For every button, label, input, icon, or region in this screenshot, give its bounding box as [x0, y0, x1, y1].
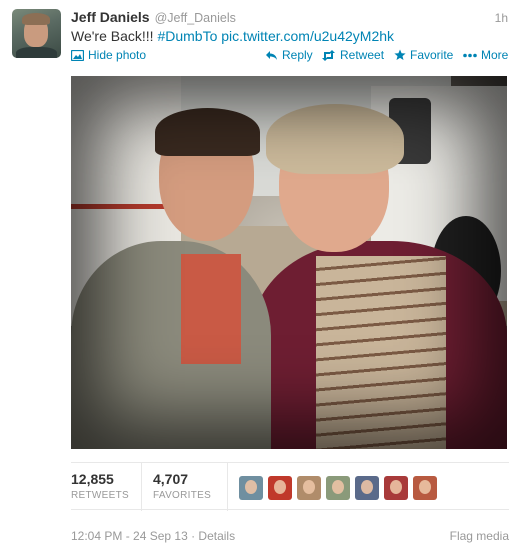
favoriter-avatar[interactable]: [297, 476, 321, 500]
avatar[interactable]: [12, 9, 61, 58]
retweets-stat[interactable]: 12,855 RETWEETS: [71, 471, 129, 501]
favoriter-avatar-face: [419, 480, 431, 494]
tweet-text: We're Back!!! #DumbTo pic.twitter.com/u2…: [71, 28, 394, 44]
stats-divider: [227, 463, 228, 511]
photo-vignette: [71, 76, 507, 449]
tweet-text-plain: We're Back!!!: [71, 28, 154, 44]
image-icon: [71, 49, 84, 61]
favoriter-avatar-face: [274, 480, 286, 494]
retweets-label: RETWEETS: [71, 490, 129, 501]
tweet-timestamp[interactable]: 1h: [495, 11, 508, 25]
photo-content: [71, 76, 507, 449]
favoriter-avatar[interactable]: [268, 476, 292, 500]
hide-photo-label: Hide photo: [88, 48, 147, 62]
favorites-count: 4,707: [153, 471, 189, 487]
reply-label: Reply: [282, 48, 313, 62]
more-label: More: [481, 48, 509, 62]
retweets-count: 12,855: [71, 471, 114, 487]
ellipsis-icon: [463, 53, 477, 57]
hide-photo-button[interactable]: Hide photo: [71, 48, 146, 62]
favoriter-avatar[interactable]: [413, 476, 437, 500]
tweet-stats: 12,855 RETWEETS 4,707 FAVORITES: [71, 462, 509, 511]
footer-meta: 12:04 PM - 24 Sep 13 · Details: [71, 529, 235, 543]
pic-link[interactable]: pic.twitter.com/u2u42yM2hk: [221, 28, 394, 44]
favorites-stat[interactable]: 4,707 FAVORITES: [153, 471, 211, 501]
favoriter-avatar-face: [332, 480, 344, 494]
favoriter-avatar-face: [303, 480, 315, 494]
favoriter-avatar-face: [361, 480, 373, 494]
favorite-label: Favorite: [410, 48, 454, 62]
author-fullname[interactable]: Jeff Daniels: [71, 9, 150, 25]
avatar-hair: [22, 13, 50, 25]
retweet-label: Retweet: [340, 48, 385, 62]
retweet-icon: [322, 49, 335, 61]
retweet-button[interactable]: Retweet: [321, 48, 384, 62]
flag-media-link[interactable]: Flag media: [450, 529, 509, 543]
stats-divider: [141, 463, 142, 511]
favoriter-avatar[interactable]: [384, 476, 408, 500]
tweet-actions: Hide photo Reply Retweet Favorite More: [71, 48, 509, 66]
author-username[interactable]: @Jeff_Daniels: [155, 11, 236, 25]
favorite-button[interactable]: Favorite: [394, 48, 453, 62]
favoriter-avatar[interactable]: [239, 476, 263, 500]
favoriter-avatar[interactable]: [326, 476, 350, 500]
tweet-photo[interactable]: [71, 76, 507, 449]
favoriter-avatar-face: [390, 480, 402, 494]
tweet-datetime: 12:04 PM - 24 Sep 13: [71, 529, 188, 543]
more-button[interactable]: More: [463, 48, 508, 62]
favoriter-avatar-face: [245, 480, 257, 494]
tweet-header: Jeff Daniels @Jeff_Daniels: [71, 9, 236, 27]
avatar-shirt: [16, 47, 57, 58]
hashtag-link[interactable]: #DumbTo: [157, 28, 217, 44]
footer-separator: ·: [187, 529, 199, 543]
details-link[interactable]: Details: [198, 529, 235, 543]
star-icon: [394, 49, 406, 60]
reply-button[interactable]: Reply: [265, 48, 313, 62]
favoriter-avatar[interactable]: [355, 476, 379, 500]
tweet: Jeff Daniels @Jeff_Daniels 1h We're Back…: [0, 0, 521, 555]
favoriter-avatars: [239, 476, 442, 500]
reply-arrow-icon: [266, 50, 277, 60]
tweet-footer: 12:04 PM - 24 Sep 13 · Details Flag medi…: [71, 529, 509, 545]
favorites-label: FAVORITES: [153, 490, 212, 501]
